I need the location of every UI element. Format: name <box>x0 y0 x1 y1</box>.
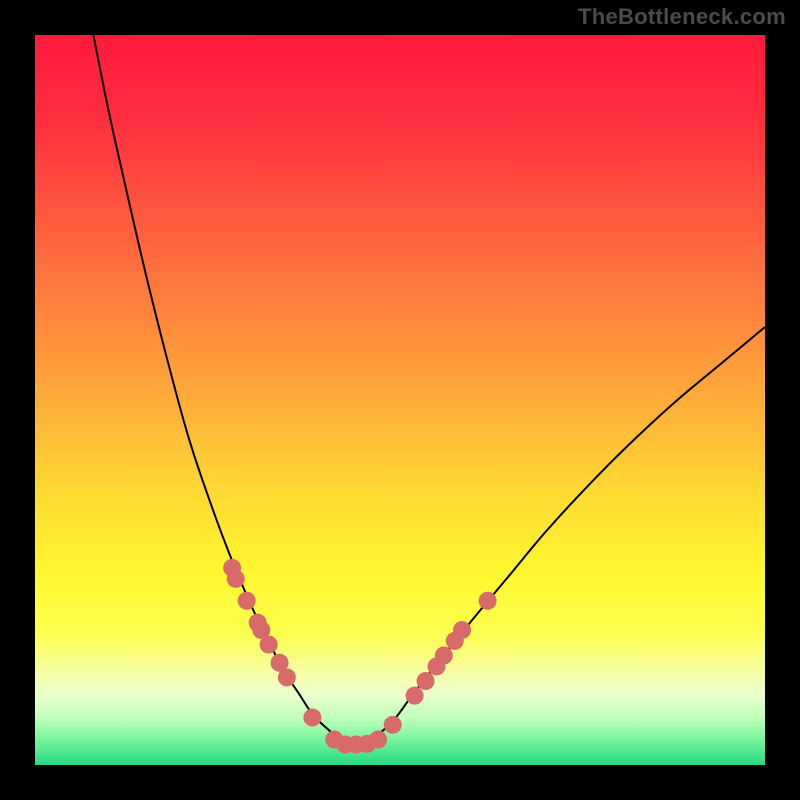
data-marker <box>384 716 402 734</box>
data-marker <box>479 592 497 610</box>
bottleneck-curve <box>93 35 765 745</box>
data-marker <box>406 687 424 705</box>
data-marker <box>369 730 387 748</box>
data-marker <box>238 592 256 610</box>
data-marker <box>260 636 278 654</box>
chart-frame: TheBottleneck.com <box>0 0 800 800</box>
data-marker <box>453 621 471 639</box>
curve-layer <box>35 35 765 765</box>
data-marker <box>303 709 321 727</box>
data-marker <box>278 668 296 686</box>
data-marker <box>227 570 245 588</box>
watermark-text: TheBottleneck.com <box>578 4 786 30</box>
data-marker <box>417 672 435 690</box>
marker-group <box>223 559 497 754</box>
data-marker <box>435 647 453 665</box>
plot-area <box>35 35 765 765</box>
